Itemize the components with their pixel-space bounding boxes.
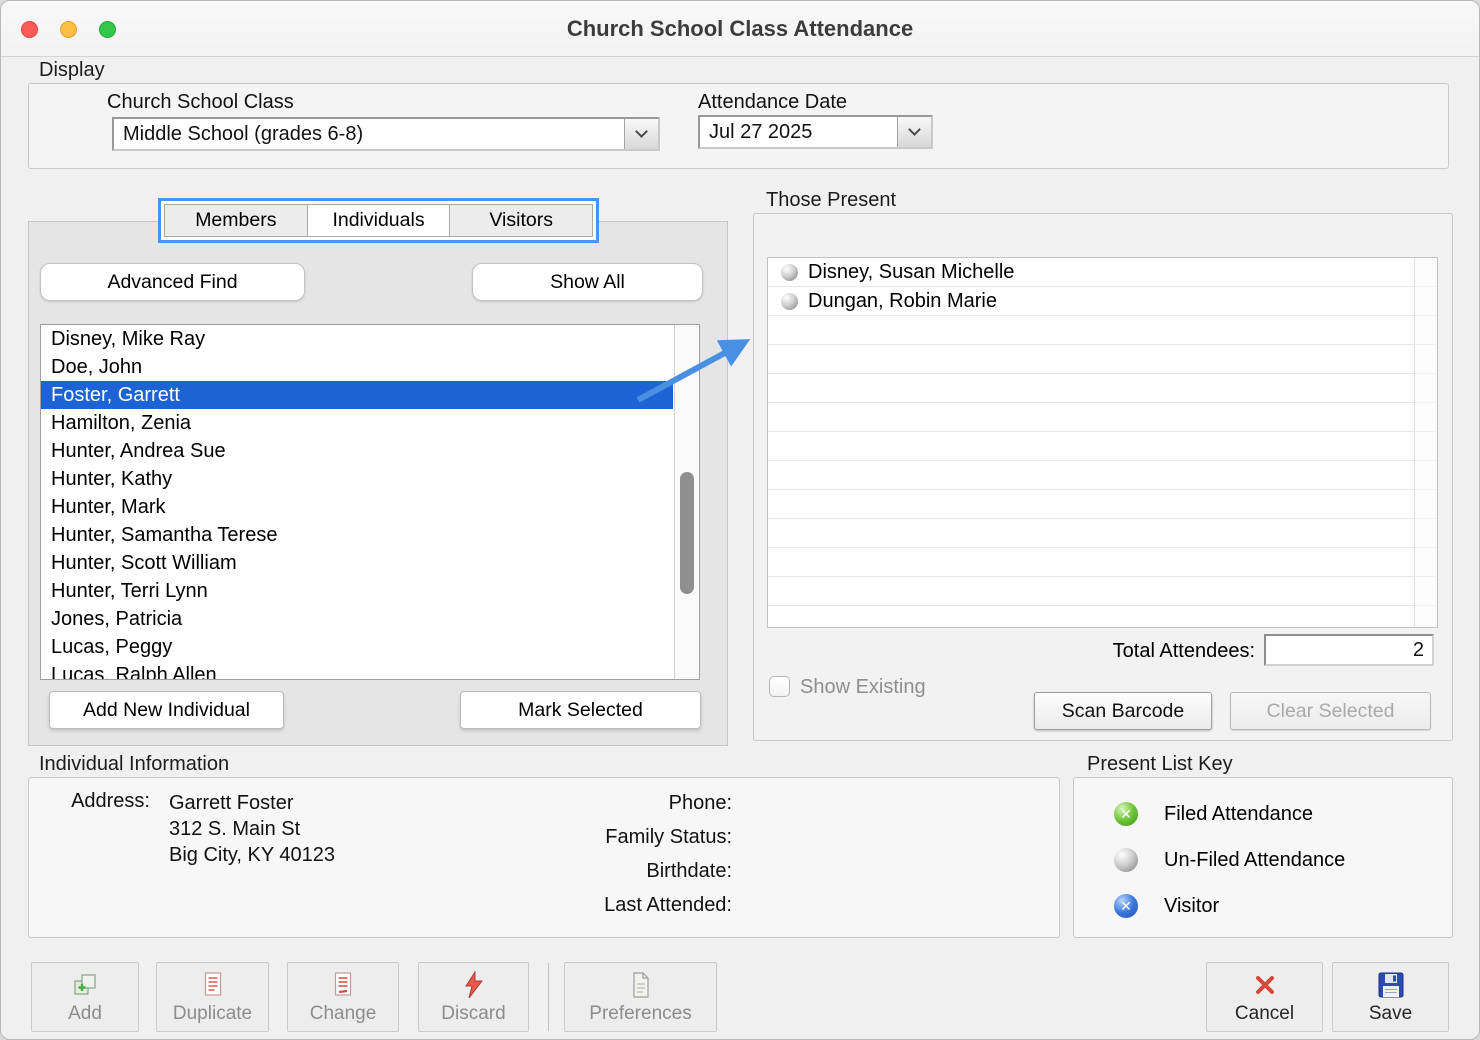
preferences-button[interactable]: Preferences — [564, 962, 717, 1032]
individuals-panel: Advanced Find Show All Disney, Mike Ray … — [28, 221, 728, 746]
attendee-row[interactable]: Dungan, Robin Marie — [768, 287, 1437, 316]
individual-info-field-labels: Phone: Family Status: Birthdate: Last At… — [432, 792, 732, 928]
address-line: 312 S. Main St — [169, 816, 335, 842]
address-label: Address: — [65, 790, 150, 813]
show-existing-label: Show Existing — [800, 676, 926, 699]
individuals-list: Disney, Mike Ray Doe, John Foster, Garre… — [40, 324, 700, 680]
individual-list-item[interactable]: Jones, Patricia — [41, 605, 673, 633]
tab[interactable]: Visitors — [450, 204, 593, 237]
phone-label: Phone: — [432, 792, 732, 826]
discard-button[interactable]: Discard — [418, 962, 529, 1032]
add-button[interactable]: Add — [31, 962, 139, 1032]
list-type-tabs: Members Individuals Visitors — [158, 198, 599, 243]
show-existing-checkbox[interactable] — [769, 676, 790, 697]
zoom-window-button[interactable] — [99, 21, 116, 38]
show-all-button[interactable]: Show All — [472, 263, 703, 301]
advanced-find-button[interactable]: Advanced Find — [40, 263, 305, 301]
change-button[interactable]: Change — [287, 962, 399, 1032]
traffic-lights — [21, 21, 116, 38]
duplicate-icon — [201, 970, 225, 1000]
filed-attendance-label: Filed Attendance — [1164, 803, 1313, 826]
scrollbar-thumb[interactable] — [680, 472, 694, 594]
discard-lightning-icon — [462, 970, 486, 1000]
duplicate-button[interactable]: Duplicate — [156, 962, 269, 1032]
app-window: Church School Class Attendance Display C… — [0, 0, 1480, 1040]
unfiled-attendance-label: Un-Filed Attendance — [1164, 849, 1345, 872]
class-dropdown-value: Middle School (grades 6-8) — [114, 123, 624, 146]
visitor-label: Visitor — [1164, 895, 1219, 918]
address-line: Big City, KY 40123 — [169, 842, 335, 868]
toolbar-divider — [548, 963, 549, 1031]
present-list-key-group-label: Present List Key — [1087, 753, 1233, 776]
filed-attendance-icon — [1114, 802, 1138, 826]
individual-list-item[interactable]: Hunter, Terri Lynn — [41, 577, 673, 605]
individual-list-item[interactable]: Hunter, Mark — [41, 493, 673, 521]
attendee-row[interactable]: Disney, Susan Michelle — [768, 258, 1437, 287]
individual-list-item[interactable]: Hunter, Samantha Terese — [41, 521, 673, 549]
drag-arrow — [629, 319, 779, 414]
chevron-down-icon — [624, 119, 658, 149]
attendee-name: Disney, Susan Michelle — [808, 261, 1014, 284]
individual-list-item[interactable]: Lucas, Peggy — [41, 633, 673, 661]
titlebar: Church School Class Attendance — [1, 1, 1479, 57]
family-status-label: Family Status: — [432, 826, 732, 860]
individual-list-item[interactable]: Hunter, Scott William — [41, 549, 673, 577]
unfiled-attendance-icon — [781, 264, 798, 281]
individual-list-item[interactable]: Disney, Mike Ray — [41, 325, 673, 353]
individual-information-group: Address: Garrett Foster 312 S. Main St B… — [28, 777, 1060, 938]
display-group-label: Display — [39, 59, 105, 82]
birthdate-label: Birthdate: — [432, 860, 732, 894]
individual-information-group-label: Individual Information — [39, 753, 229, 776]
minimize-window-button[interactable] — [60, 21, 77, 38]
class-field-label: Church School Class — [107, 91, 294, 114]
chevron-down-icon — [897, 117, 931, 147]
total-attendees-label: Total Attendees: — [754, 640, 1255, 663]
individual-list-item[interactable]: Foster, Garrett — [41, 381, 673, 409]
those-present-group-label: Those Present — [766, 189, 896, 212]
individual-list-item[interactable]: Hunter, Andrea Sue — [41, 437, 673, 465]
window-title: Church School Class Attendance — [567, 16, 913, 42]
mark-selected-button[interactable]: Mark Selected — [460, 691, 701, 729]
class-dropdown[interactable]: Middle School (grades 6-8) — [112, 117, 660, 151]
total-attendees-value[interactable]: 2 — [1264, 634, 1434, 666]
unfiled-attendance-icon — [781, 293, 798, 310]
change-icon — [331, 970, 355, 1000]
save-button[interactable]: Save — [1332, 962, 1449, 1032]
visitor-icon — [1114, 894, 1138, 918]
tab[interactable]: Members — [164, 204, 308, 237]
close-window-button[interactable] — [21, 21, 38, 38]
individual-list-item[interactable]: Hunter, Kathy — [41, 465, 673, 493]
last-attended-label: Last Attended: — [432, 894, 732, 928]
individual-list-item[interactable]: Lucas, Ralph Allen — [41, 661, 673, 680]
attendee-name: Dungan, Robin Marie — [808, 290, 997, 313]
preferences-icon — [629, 970, 653, 1000]
add-icon — [72, 970, 98, 1000]
unfiled-attendance-icon — [1114, 848, 1138, 872]
date-dropdown-value: Jul 27 2025 — [700, 121, 897, 144]
those-present-list: Disney, Susan Michelle Dungan, Robin Mar… — [767, 257, 1438, 628]
individual-list-item[interactable]: Hamilton, Zenia — [41, 409, 673, 437]
present-scrollbar-track[interactable] — [1414, 258, 1437, 627]
add-new-individual-button[interactable]: Add New Individual — [49, 691, 284, 729]
those-present-group: Disney, Susan Michelle Dungan, Robin Mar… — [753, 213, 1453, 741]
scan-barcode-button[interactable]: Scan Barcode — [1034, 692, 1212, 730]
save-floppy-icon — [1378, 970, 1404, 1000]
cancel-button[interactable]: Cancel — [1206, 962, 1323, 1032]
address-value: Garrett Foster 312 S. Main St Big City, … — [169, 790, 335, 868]
date-field-label: Attendance Date — [698, 91, 847, 114]
cancel-x-icon — [1253, 970, 1277, 1000]
tab[interactable]: Individuals — [308, 204, 451, 237]
address-line: Garrett Foster — [169, 790, 335, 816]
individual-list-item[interactable]: Doe, John — [41, 353, 673, 381]
present-list-key-group: Filed Attendance Un-Filed Attendance Vis… — [1073, 777, 1453, 938]
display-group: Church School Class Middle School (grade… — [28, 83, 1449, 169]
date-dropdown[interactable]: Jul 27 2025 — [698, 115, 933, 149]
clear-selected-button[interactable]: Clear Selected — [1230, 692, 1431, 730]
